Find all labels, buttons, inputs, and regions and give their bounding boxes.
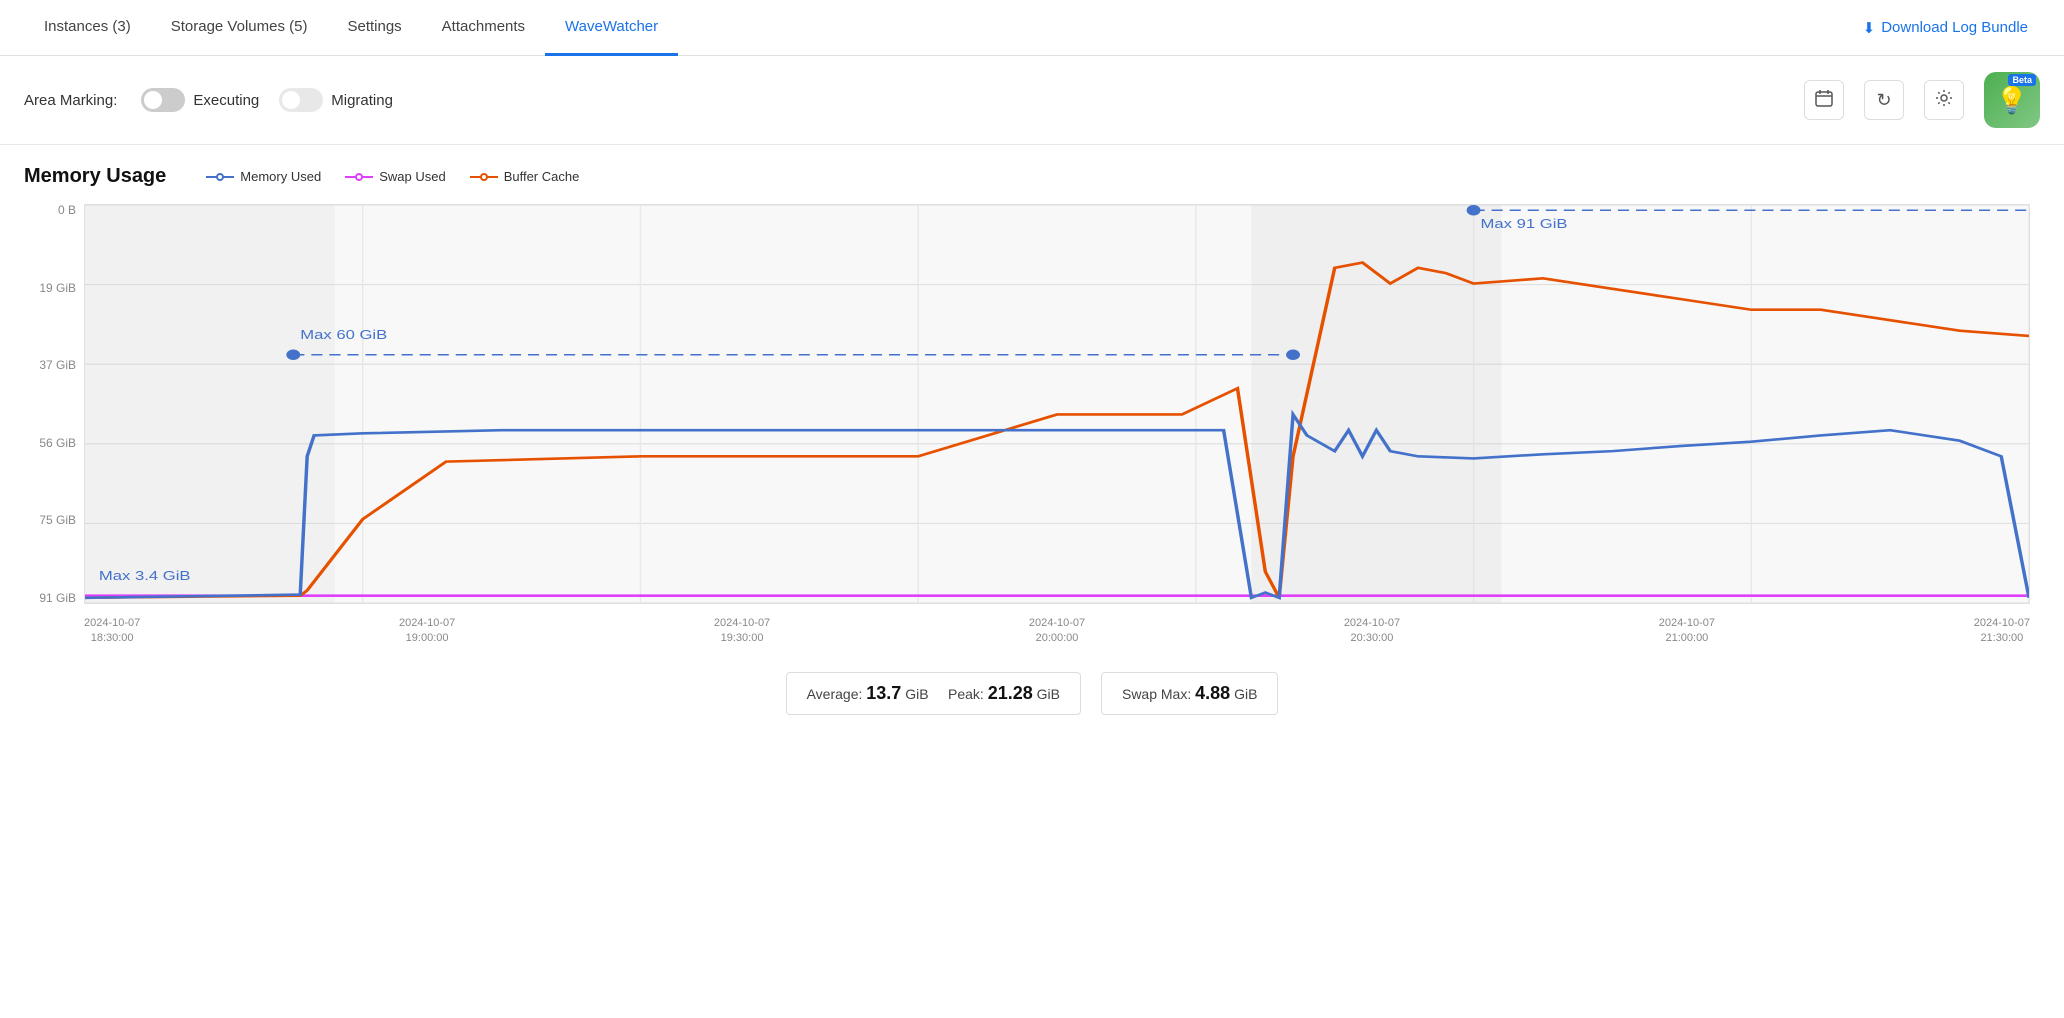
chart-legend: Memory Used Swap Used Buffer Cache (206, 169, 579, 184)
y-label-0: 0 B (58, 204, 76, 216)
average-label: Average: (807, 686, 867, 702)
svg-text:Max 60 GiB: Max 60 GiB (300, 329, 387, 343)
x-label-4: 2024-10-0720:30:00 (1344, 616, 1400, 647)
y-label-37: 37 GiB (39, 359, 76, 371)
migrating-label: Migrating (331, 92, 393, 109)
chart-svg: Max 60 GiB Max 91 GiB Max 3.4 GiB (85, 205, 2029, 603)
x-label-0: 2024-10-0718:30:00 (84, 616, 140, 647)
top-navigation: Instances (3) Storage Volumes (5) Settin… (0, 0, 2064, 56)
svg-text:Max 3.4 GiB: Max 3.4 GiB (99, 570, 191, 584)
x-label-2: 2024-10-0719:30:00 (714, 616, 770, 647)
download-btn-label: Download Log Bundle (1881, 19, 2028, 36)
peak-value: 21.28 (988, 683, 1033, 703)
x-axis: 2024-10-0718:30:00 2024-10-0719:00:00 20… (84, 608, 2030, 664)
calendar-button[interactable] (1804, 80, 1844, 120)
executing-toggle[interactable] (141, 88, 185, 112)
swap-max-value: 4.88 (1195, 683, 1230, 703)
refresh-button[interactable]: ↻ (1864, 80, 1904, 120)
tab-instances[interactable]: Instances (3) (24, 0, 151, 56)
refresh-icon: ↻ (1876, 90, 1891, 111)
area-marking-label: Area Marking: (24, 92, 117, 109)
average-unit: GiB (905, 686, 928, 702)
tab-attachments[interactable]: Attachments (422, 0, 545, 56)
legend-buffer-cache-label: Buffer Cache (504, 169, 580, 184)
download-log-bundle-button[interactable]: ⬇ Download Log Bundle (1851, 13, 2040, 43)
legend-swap-used: Swap Used (345, 169, 445, 184)
lightbulb-icon: 💡 (1996, 85, 2028, 116)
average-stat-box: Average: 13.7 GiB Peak: 21.28 GiB (786, 672, 1081, 715)
peak-unit: GiB (1037, 686, 1060, 702)
average-value: 13.7 (866, 683, 901, 703)
stats-row: Average: 13.7 GiB Peak: 21.28 GiB Swap M… (24, 672, 2040, 715)
y-label-75: 75 GiB (39, 514, 76, 526)
chart-container: 91 GiB 75 GiB 56 GiB 37 GiB 19 GiB 0 B (24, 204, 2040, 664)
chart-title: Memory Usage (24, 165, 166, 188)
legend-swap-used-label: Swap Used (379, 169, 445, 184)
x-label-1: 2024-10-0719:00:00 (399, 616, 455, 647)
swap-max-label: Swap Max: (1122, 686, 1195, 702)
y-label-91: 91 GiB (39, 592, 76, 604)
migrating-toggle[interactable] (279, 88, 323, 112)
swap-max-stat-box: Swap Max: 4.88 GiB (1101, 672, 1278, 715)
beta-button[interactable]: Beta 💡 (1984, 72, 2040, 128)
svg-text:Max 91 GiB: Max 91 GiB (1481, 218, 1568, 232)
legend-memory-used-label: Memory Used (240, 169, 321, 184)
chart-grid: Max 60 GiB Max 91 GiB Max 3.4 GiB (84, 204, 2030, 604)
y-label-56: 56 GiB (39, 437, 76, 449)
legend-buffer-cache: Buffer Cache (470, 169, 580, 184)
migrating-toggle-group: Migrating (279, 88, 393, 112)
toolbar: Area Marking: Executing Migrating ↻ (0, 56, 2064, 145)
tab-storage-volumes[interactable]: Storage Volumes (5) (151, 0, 328, 56)
x-label-3: 2024-10-0720:00:00 (1029, 616, 1085, 647)
y-axis: 91 GiB 75 GiB 56 GiB 37 GiB 19 GiB 0 B (24, 204, 84, 604)
executing-toggle-group: Executing (141, 88, 259, 112)
peak-label: Peak: (948, 686, 988, 702)
legend-memory-used: Memory Used (206, 169, 321, 184)
settings-button[interactable] (1924, 80, 1964, 120)
swap-max-unit: GiB (1234, 686, 1257, 702)
gear-icon (1935, 89, 1953, 112)
memory-usage-section: Memory Usage Memory Used Swap Used Buffe… (0, 145, 2064, 735)
tab-wavewatcher[interactable]: WaveWatcher (545, 0, 678, 56)
y-label-19: 19 GiB (39, 282, 76, 294)
tab-settings[interactable]: Settings (327, 0, 421, 56)
calendar-icon (1815, 89, 1833, 112)
x-label-5: 2024-10-0721:00:00 (1659, 616, 1715, 647)
x-label-6: 2024-10-0721:30:00 (1974, 616, 2030, 647)
beta-badge: Beta (2008, 74, 2036, 86)
download-icon: ⬇ (1863, 19, 1876, 37)
executing-label: Executing (193, 92, 259, 109)
